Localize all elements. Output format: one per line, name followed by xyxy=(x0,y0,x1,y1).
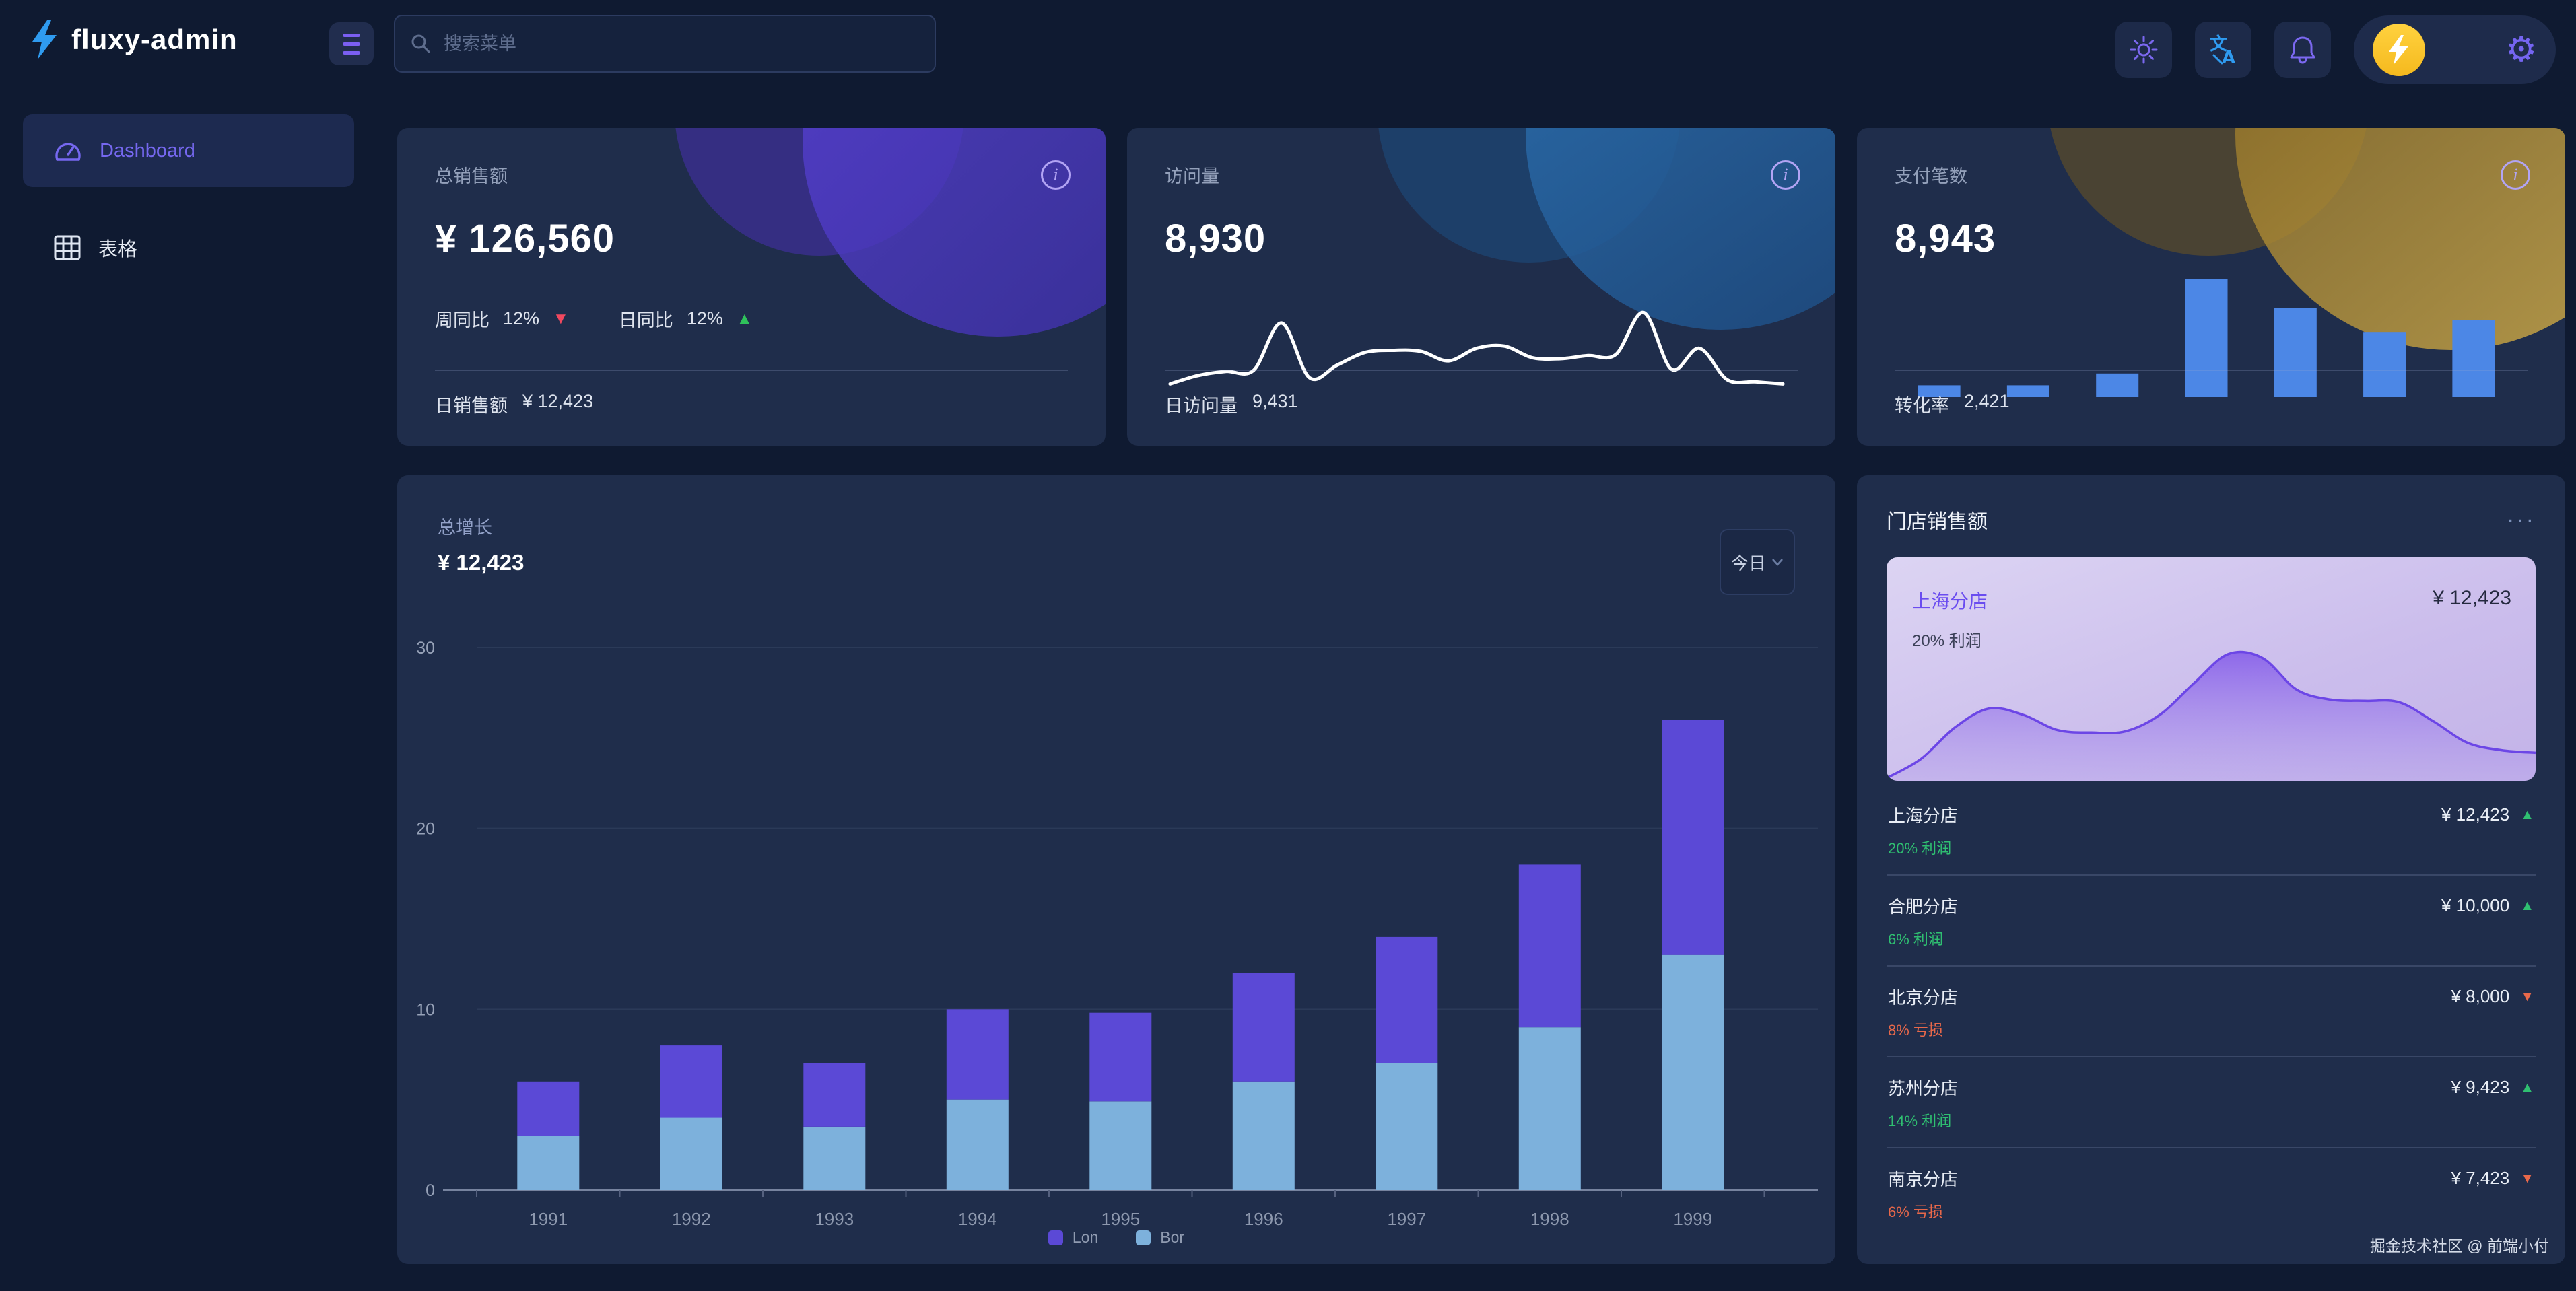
settings-gear-icon[interactable]: ⚙ xyxy=(2505,32,2537,67)
stacked-bar-chart: 30 20 10 0 1991 1992 1993 1994 1995 1996 1997 1998 1… xyxy=(397,610,1835,1239)
stat-value: 8,930 xyxy=(1165,216,1798,261)
collapse-menu-button[interactable] xyxy=(329,22,374,65)
chart-legend: Lon Bor xyxy=(397,1228,1835,1247)
user-settings-pill: ⚙ xyxy=(2354,15,2556,84)
featured-store-card[interactable]: 上海分店 ¥ 12,423 20% 利润 xyxy=(1887,557,2536,781)
sidebar-item-label: Dashboard xyxy=(100,140,195,162)
panel-title: 门店销售额 xyxy=(1887,505,1988,534)
store-row[interactable]: 合肥分店 ¥ 10,000▲ 6% 利润 xyxy=(1887,876,2536,967)
trend-icon: ▼ xyxy=(2520,1171,2534,1187)
store-note: 6% 利润 xyxy=(1888,928,2534,949)
visits-card: i 访问量 8,930 日访问量 9,431 xyxy=(1127,128,1835,446)
growth-title: 总增长 xyxy=(438,513,1795,539)
svg-text:1995: 1995 xyxy=(1101,1209,1140,1229)
store-note: 14% 利润 xyxy=(1888,1109,2534,1131)
svg-text:1998: 1998 xyxy=(1530,1209,1569,1229)
svg-text:A: A xyxy=(2222,48,2235,66)
trend-icon: ▲ xyxy=(737,310,753,328)
avatar[interactable] xyxy=(2373,24,2425,76)
store-list: 上海分店 ¥ 12,423▲ 20% 利润 合肥分店 ¥ 10,000▲ 6% … xyxy=(1887,785,2536,1238)
svg-text:1996: 1996 xyxy=(1244,1209,1283,1229)
trend-icon: ▼ xyxy=(553,310,569,328)
gauge-icon xyxy=(54,137,82,164)
notifications-button[interactable] xyxy=(2274,22,2331,78)
store-value: ¥ 12,423 xyxy=(2433,587,2511,610)
store-note: 6% 亏损 xyxy=(1888,1200,2534,1222)
stat-footer: 日销售额 ¥ 12,423 xyxy=(435,370,1068,417)
stat-title: 访问量 xyxy=(1165,162,1798,188)
search-input[interactable] xyxy=(444,34,920,55)
legend-item-bor[interactable]: Bor xyxy=(1136,1228,1184,1247)
svg-text:30: 30 xyxy=(416,639,435,658)
store-row[interactable]: 苏州分店 ¥ 9,423▲ 14% 利润 xyxy=(1887,1057,2536,1148)
svg-text:1991: 1991 xyxy=(529,1209,568,1229)
chevron-down-icon xyxy=(1771,558,1784,566)
sidebar-item-label: 表格 xyxy=(98,234,137,262)
store-row[interactable]: 南京分店 ¥ 7,423▼ 6% 亏损 xyxy=(1887,1148,2536,1238)
sun-icon xyxy=(2129,35,2159,65)
date-range-select[interactable]: 今日 xyxy=(1720,529,1795,595)
trend-icon: ▲ xyxy=(2520,1080,2534,1096)
trend-icon: ▲ xyxy=(2520,898,2534,914)
payments-card: i 支付笔数 8,943 转化率 2,421 xyxy=(1857,128,2565,446)
stat-title: 总销售额 xyxy=(435,162,1068,188)
store-row[interactable]: 北京分店 ¥ 8,000▼ 8% 亏损 xyxy=(1887,967,2536,1057)
store-note: 8% 亏损 xyxy=(1888,1018,2534,1040)
topbar-actions: 文 A ⚙ xyxy=(2115,15,2556,84)
legend-swatch xyxy=(1048,1230,1063,1245)
growth-value: ¥ 12,423 xyxy=(438,550,1795,575)
svg-text:0: 0 xyxy=(426,1181,435,1200)
total-sales-card: i 总销售额 ¥ 126,560 周同比 12% ▼ 日同比 12% ▲ 日销售… xyxy=(397,128,1106,446)
theme-toggle-button[interactable] xyxy=(2115,22,2172,78)
stat-footer: 转化率 2,421 xyxy=(1895,370,2528,417)
brand-name: fluxy-admin xyxy=(71,24,238,56)
store-name: 上海分店 xyxy=(1912,587,1988,614)
info-icon[interactable]: i xyxy=(2501,160,2530,190)
translate-icon: 文 A xyxy=(2207,34,2239,66)
legend-swatch xyxy=(1136,1230,1151,1245)
week-on-week-metric: 周同比 12% ▼ xyxy=(435,306,569,332)
svg-text:10: 10 xyxy=(416,1000,435,1019)
trend-icon: ▲ xyxy=(2520,807,2534,823)
language-switch-button[interactable]: 文 A xyxy=(2195,22,2251,78)
stat-footer: 日访问量 9,431 xyxy=(1165,370,1798,417)
sidebar-item-dashboard[interactable]: Dashboard xyxy=(23,114,354,187)
fluxy-admin-app: fluxy-admin xyxy=(0,0,2576,1291)
svg-text:1994: 1994 xyxy=(958,1209,997,1229)
svg-text:1993: 1993 xyxy=(815,1209,854,1229)
store-note: 20% 利润 xyxy=(1888,837,2534,858)
legend-item-lon[interactable]: Lon xyxy=(1048,1228,1098,1247)
store-row[interactable]: 上海分店 ¥ 12,423▲ 20% 利润 xyxy=(1887,785,2536,876)
svg-text:1992: 1992 xyxy=(672,1209,711,1229)
trend-icon: ▼ xyxy=(2520,989,2534,1005)
bell-icon xyxy=(2288,34,2317,65)
hamburger-icon xyxy=(343,34,360,37)
svg-text:1997: 1997 xyxy=(1387,1209,1426,1229)
topbar: fluxy-admin xyxy=(0,0,2576,88)
sidebar-item-table[interactable]: 表格 xyxy=(23,211,354,284)
more-menu-icon[interactable]: ··· xyxy=(2507,507,2536,533)
sidebar: Dashboard 表格 xyxy=(0,88,377,1291)
svg-text:1999: 1999 xyxy=(1673,1209,1712,1229)
table-icon xyxy=(54,235,81,260)
total-growth-card: 总增长 ¥ 12,423 今日 30 20 10 0 1991 1992 1993 1994 1… xyxy=(397,475,1835,1264)
svg-text:20: 20 xyxy=(416,820,435,839)
stat-value: ¥ 126,560 xyxy=(435,216,1068,261)
avatar-lightning-icon xyxy=(2387,34,2410,65)
store-sales-panel: 门店销售额 ··· 上海分店 ¥ 12,423 20% 利润 上海分店 ¥ 12… xyxy=(1857,475,2565,1264)
credit-watermark: 掘金技术社区 @ 前端小付 xyxy=(2370,1233,2549,1256)
menu-search xyxy=(394,15,936,73)
search-icon xyxy=(410,33,432,55)
store-area-chart xyxy=(1887,642,2536,781)
info-icon[interactable]: i xyxy=(1041,160,1071,190)
day-on-day-metric: 日同比 12% ▲ xyxy=(619,306,753,332)
sales-metrics: 周同比 12% ▼ 日同比 12% ▲ xyxy=(435,306,1068,332)
lightning-logo-icon xyxy=(30,19,59,61)
stat-value: 8,943 xyxy=(1895,216,2528,261)
stat-title: 支付笔数 xyxy=(1895,162,2528,188)
info-icon[interactable]: i xyxy=(1771,160,1800,190)
brand-logo: fluxy-admin xyxy=(30,19,238,61)
